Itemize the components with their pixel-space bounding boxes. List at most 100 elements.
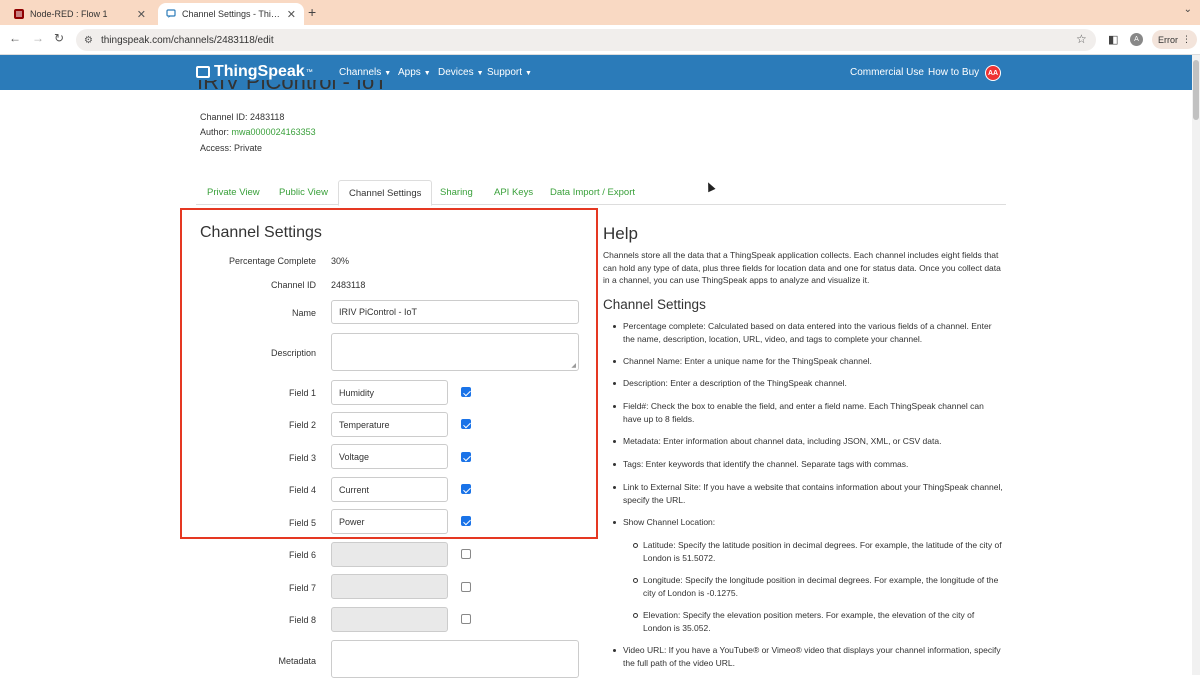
caret-down-icon: ▼	[525, 70, 532, 77]
channel-tabs: Private View Public View Channel Setting…	[196, 180, 1006, 206]
field-2-input[interactable]: Temperature	[331, 412, 448, 437]
nav-label: Devices	[438, 67, 474, 78]
percentage-value: 30%	[331, 256, 350, 266]
field-7-label: Field 7	[288, 583, 316, 593]
field-1-label: Field 1	[288, 388, 316, 398]
channel-id-line-value: 2483118	[250, 112, 285, 122]
author-link[interactable]: mwa0000024163353	[232, 127, 316, 137]
channel-access-label: Access:	[200, 143, 232, 153]
thingspeak-logo[interactable]: ThingSpeak ™	[196, 63, 313, 81]
field-5-input[interactable]: Power	[331, 509, 448, 534]
field-1-input[interactable]: Humidity	[331, 380, 448, 405]
nav-label: Support	[487, 67, 523, 78]
site-info-icon[interactable]: ⚙	[84, 35, 93, 46]
tab-channel-settings[interactable]: Channel Settings	[338, 180, 433, 206]
channel-id-label: Channel ID	[270, 280, 316, 290]
settings-heading: Channel Settings	[200, 224, 322, 241]
description-label: Description	[270, 348, 316, 358]
tab-private-view[interactable]: Private View	[197, 180, 270, 205]
error-button[interactable]: Error ⋮	[1152, 30, 1197, 49]
field-6-input[interactable]	[331, 542, 448, 567]
name-label: Name	[291, 308, 316, 318]
help-subheading: Channel Settings	[603, 297, 706, 312]
browser-tab-strip: Node-RED : Flow 1 ✕ Channel Settings - T…	[0, 0, 1200, 25]
field-5-checkbox[interactable]	[461, 516, 471, 526]
tab-public-view[interactable]: Public View	[269, 180, 338, 205]
page-scrollbar[interactable]	[1192, 55, 1200, 675]
help-subitem: Elevation: Specify the elevation positio…	[633, 609, 1003, 634]
help-item: Description: Enter a description of the …	[613, 377, 1003, 390]
resize-grip-icon[interactable]: ◢	[571, 362, 576, 369]
help-intro: Channels store all the data that a Thing…	[603, 250, 1001, 285]
help-heading: Help	[603, 224, 638, 243]
browser-tab-node-red[interactable]: Node-RED : Flow 1 ✕	[6, 3, 154, 25]
tab-search-chevron-icon[interactable]: ⌄	[1184, 4, 1192, 15]
more-menu-icon: ⋮	[1182, 34, 1191, 44]
field-7-checkbox[interactable]	[461, 582, 471, 592]
nav-apps[interactable]: Apps ▼	[398, 67, 431, 78]
tab-data-import-export[interactable]: Data Import / Export	[540, 180, 645, 205]
metadata-label: Metadata	[278, 656, 316, 666]
nav-devices[interactable]: Devices ▼	[438, 67, 484, 78]
address-bar[interactable]: ⚙ thingspeak.com/channels/2483118/edit	[76, 29, 1096, 51]
nav-how-to-buy[interactable]: How to Buy	[928, 67, 979, 78]
field-8-checkbox[interactable]	[461, 614, 471, 624]
field-1-checkbox[interactable]	[461, 387, 471, 397]
percentage-label: Percentage Complete	[228, 256, 316, 266]
help-item: Metadata: Enter information about channe…	[613, 435, 1003, 448]
profile-avatar[interactable]: A	[1130, 33, 1143, 46]
nav-commercial-use[interactable]: Commercial Use	[850, 67, 924, 78]
caret-down-icon: ▼	[423, 70, 431, 77]
field-4-label: Field 4	[288, 485, 316, 495]
page-scrollbar-thumb[interactable]	[1193, 60, 1199, 120]
metadata-textarea[interactable]	[331, 640, 579, 678]
nav-support[interactable]: Support ▼	[487, 67, 532, 78]
help-item: Percentage complete: Calculated based on…	[613, 320, 1003, 345]
field-8-input[interactable]	[331, 607, 448, 632]
browser-toolbar: ← → ↻ ⚙ thingspeak.com/channels/2483118/…	[0, 25, 1200, 55]
channel-id-line-label: Channel ID:	[200, 112, 248, 122]
tab-sharing[interactable]: Sharing	[430, 180, 483, 205]
field-4-checkbox[interactable]	[461, 484, 471, 494]
new-tab-icon[interactable]: +	[308, 4, 316, 20]
help-item: Video URL: If you have a YouTube® or Vim…	[613, 644, 1003, 669]
side-panel-icon[interactable]: ◧	[1108, 33, 1118, 46]
site-navbar: ThingSpeak ™ Channels ▼ Apps ▼ Devices ▼ Sup…	[0, 55, 1200, 90]
help-subitem: Latitude: Specify the latitude position …	[633, 540, 1002, 563]
field-2-checkbox[interactable]	[461, 419, 471, 429]
name-input[interactable]: IRIV PiControl - IoT	[331, 300, 579, 324]
help-subitem: Longitude: Specify the longitude positio…	[633, 574, 1003, 599]
close-tab-icon[interactable]: ✕	[137, 8, 146, 21]
field-6-label: Field 6	[288, 550, 316, 560]
field-8-label: Field 8	[288, 615, 316, 625]
node-red-favicon-icon	[14, 9, 24, 19]
channel-access-line: Access: Private	[200, 143, 262, 153]
browser-tab-thingspeak[interactable]: Channel Settings - ThingSpeak ✕	[158, 3, 304, 25]
reload-icon[interactable]: ↻	[54, 31, 64, 45]
tab-title: Channel Settings - ThingSpeak	[182, 9, 283, 19]
user-avatar[interactable]: AA	[985, 65, 1001, 81]
field-7-input[interactable]	[331, 574, 448, 599]
field-6-checkbox[interactable]	[461, 549, 471, 559]
field-4-input[interactable]: Current	[331, 477, 448, 502]
close-tab-icon[interactable]: ✕	[287, 8, 296, 21]
logo-text: ThingSpeak	[214, 63, 305, 80]
nav-label: Apps	[398, 67, 421, 78]
nav-channels[interactable]: Channels ▼	[339, 67, 391, 78]
tab-title: Node-RED : Flow 1	[30, 9, 108, 19]
bookmark-star-icon[interactable]: ☆	[1076, 32, 1087, 46]
help-item: Field#: Check the box to enable the fiel…	[613, 400, 1003, 425]
channel-title: IRIV PiControl - IoT	[197, 80, 388, 92]
field-3-checkbox[interactable]	[461, 452, 471, 462]
back-arrow-icon[interactable]: ←	[9, 31, 21, 45]
forward-arrow-icon[interactable]: →	[32, 31, 44, 45]
nav-label: Channels	[339, 67, 382, 78]
tab-api-keys[interactable]: API Keys	[484, 180, 543, 205]
description-textarea[interactable]: ◢	[331, 333, 579, 371]
field-3-label: Field 3	[288, 453, 316, 463]
help-item: Link to External Site: If you have a web…	[613, 482, 1003, 505]
caret-down-icon: ▼	[476, 70, 484, 77]
caret-down-icon: ▼	[384, 70, 392, 77]
channel-id-line: Channel ID: 2483118	[200, 112, 284, 122]
field-3-input[interactable]: Voltage	[331, 444, 448, 469]
